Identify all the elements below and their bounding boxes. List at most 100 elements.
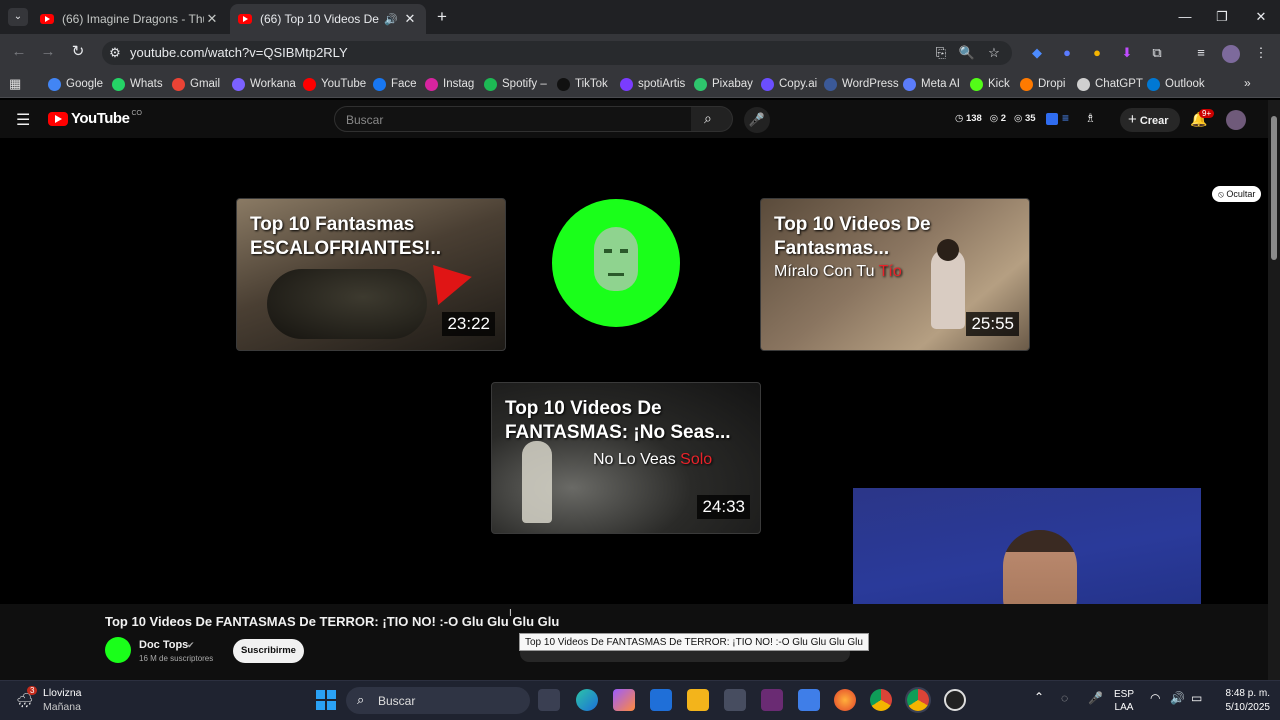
more-bookmarks-icon[interactable]: » <box>1244 76 1251 90</box>
bookmark-copyai[interactable]: Copy.ai <box>761 76 817 92</box>
bookmark-google[interactable]: Google <box>48 76 103 92</box>
wifi-icon[interactable]: ◠ <box>1150 691 1160 705</box>
install-app-icon[interactable]: ⎘ <box>932 45 950 61</box>
start-button[interactable] <box>316 690 336 710</box>
bookmark-dropi[interactable]: Dropi <box>1020 76 1065 92</box>
scrollbar-thumb[interactable] <box>1271 116 1277 260</box>
chrome-active-icon[interactable] <box>907 689 929 711</box>
create-button[interactable]: + Crear <box>1120 108 1180 132</box>
language-indicator[interactable]: ESP LAA <box>1114 688 1134 714</box>
bookmark-gmail[interactable]: Gmail <box>172 76 220 92</box>
bookmark-face[interactable]: Face <box>373 76 417 92</box>
endscreen-video-2[interactable]: Top 10 Videos De Fantasmas... Míralo Con… <box>760 198 1030 351</box>
firefox-icon[interactable] <box>834 689 856 711</box>
stats-widget[interactable]: ◷ 138 ◎ 2 ◎ 35 <box>955 113 1036 124</box>
apps-grid-icon[interactable]: ▦ <box>9 76 21 92</box>
bookmark-youtube[interactable]: YouTube <box>303 76 366 92</box>
extensions-puzzle-icon[interactable]: ⧉ <box>1148 45 1166 61</box>
profile-avatar[interactable] <box>1222 45 1240 63</box>
menu-icon[interactable]: ☰ <box>16 110 30 130</box>
tab-search-button[interactable]: ⌄ <box>8 8 28 26</box>
close-tab-icon[interactable]: ✕ <box>402 11 418 27</box>
back-button[interactable]: ← <box>7 40 31 64</box>
pixabay-icon <box>694 77 707 91</box>
bookmark-tiktok[interactable]: TikTok <box>557 76 608 92</box>
bookmark-kick[interactable]: Kick <box>970 76 1010 92</box>
subscribe-button[interactable]: Suscribirme <box>233 639 304 663</box>
task-view-icon[interactable] <box>538 689 560 711</box>
bookmark-spotify[interactable]: Spotify – <box>484 76 547 92</box>
app-dark-icon[interactable] <box>724 689 746 711</box>
close-tab-icon[interactable]: ✕ <box>204 11 220 27</box>
maximize-button[interactable]: ❐ <box>1207 6 1237 28</box>
bookmark-workana[interactable]: Workana <box>232 76 296 92</box>
account-avatar[interactable] <box>1226 110 1246 130</box>
bookmark-spotiartis[interactable]: spotiArtis <box>620 76 685 92</box>
channel-name[interactable]: Doc Tops <box>139 639 188 651</box>
extension-blue-icon[interactable]: ● <box>1058 45 1076 61</box>
microphone-icon[interactable]: 🎤 <box>1088 691 1103 705</box>
chrome-icon[interactable] <box>870 689 892 711</box>
site-info-icon[interactable]: ⚙ <box>106 45 124 61</box>
weather-badge: 3 <box>27 686 38 695</box>
bookmark-instag[interactable]: Instag <box>425 76 474 92</box>
app-purple-icon[interactable] <box>761 689 783 711</box>
youtube-logo[interactable]: YouTube CO <box>48 110 142 127</box>
show-hidden-icons[interactable]: ⌃ <box>1034 690 1044 704</box>
new-tab-button[interactable]: + <box>432 8 452 26</box>
extension-download-icon[interactable]: ⬇ <box>1118 45 1136 61</box>
bookmark-meta-ai[interactable]: Meta AI <box>903 76 960 92</box>
kick-icon <box>970 77 983 91</box>
extension-color-icon[interactable]: ● <box>1088 45 1106 61</box>
url-text[interactable]: youtube.com/watch?v=QSIBMtp2RLY <box>130 45 348 60</box>
extension-icon-b[interactable]: ≡ <box>1062 111 1069 125</box>
clock-date: 5/10/2025 <box>1225 702 1271 713</box>
battery-icon[interactable]: ▭ <box>1191 691 1202 705</box>
bookmark-wordpress[interactable]: WordPress <box>824 76 899 92</box>
weather-widget[interactable]: 🌧 3 Llovizna Mañana <box>14 686 84 716</box>
obs-icon[interactable] <box>944 689 966 711</box>
snipping-tool-icon[interactable] <box>798 689 820 711</box>
video-duration: 25:55 <box>966 312 1019 336</box>
endscreen-video-3[interactable]: Top 10 Videos De FANTASMAS: ¡No Seas... … <box>491 382 761 534</box>
taskbar-search[interactable]: ⌕ Buscar <box>346 687 530 714</box>
bookmark-pixabay[interactable]: Pixabay <box>694 76 753 92</box>
copilot-icon[interactable] <box>613 689 635 711</box>
search-input[interactable]: Buscar <box>334 106 692 132</box>
page-scrollbar[interactable] <box>1268 100 1280 680</box>
forward-button[interactable]: → <box>36 40 60 64</box>
bookmark-whats[interactable]: Whats <box>112 76 163 92</box>
reload-button[interactable]: ↻ <box>66 40 90 64</box>
tab-top-10-videos[interactable]: (66) Top 10 Videos De FANTAS 🔊 ✕ <box>230 4 426 34</box>
browser-menu-icon[interactable]: ⋮ <box>1252 45 1270 61</box>
edge-icon[interactable] <box>576 689 598 711</box>
instagram-icon <box>425 77 438 91</box>
bookmark-star-icon[interactable]: ☆ <box>985 45 1003 61</box>
volume-icon[interactable]: 🔊 <box>1170 691 1185 705</box>
reading-list-icon[interactable]: ≡ <box>1192 45 1210 61</box>
tab-imagine-dragons[interactable]: (66) Imagine Dragons - Thunde ✕ <box>32 4 228 34</box>
channel-subscribe-endscreen[interactable] <box>552 199 680 327</box>
bookmark-outlook[interactable]: Outlook <box>1147 76 1205 92</box>
voice-search-button[interactable]: 🎤 <box>744 107 770 133</box>
zoom-icon[interactable]: 🔍 <box>958 45 976 61</box>
store-icon[interactable] <box>650 689 672 711</box>
tray-icon-a[interactable]: ◌ <box>1061 691 1068 705</box>
minimize-button[interactable]: — <box>1170 6 1200 28</box>
bookmark-chatgpt[interactable]: ChatGPT <box>1077 76 1143 92</box>
stat-clock: ◷ 138 <box>955 113 982 124</box>
extension-tag-icon[interactable]: ◆ <box>1028 45 1046 61</box>
audio-playing-icon[interactable]: 🔊 <box>384 13 398 26</box>
file-explorer-icon[interactable] <box>687 689 709 711</box>
hide-endscreen-button[interactable]: ⦸ Ocultar <box>1212 186 1262 202</box>
channel-avatar[interactable] <box>105 637 131 663</box>
clock[interactable]: 8:48 p. m. 5/10/2025 <box>1214 687 1271 715</box>
taskbar-search-placeholder: Buscar <box>378 694 416 708</box>
search-button[interactable]: ⌕ <box>691 106 733 132</box>
endscreen-title: Top 10 Videos De FANTASMAS: ¡No Seas... <box>505 398 731 443</box>
extension-icon-a[interactable] <box>1046 113 1058 125</box>
google-icon <box>48 77 61 91</box>
extension-icon-c[interactable]: ♗ <box>1085 111 1096 125</box>
endscreen-video-1[interactable]: Top 10 Fantasmas ESCALOFRIANTES!.. 23:22 <box>236 198 506 351</box>
close-window-button[interactable]: ✕ <box>1246 6 1276 28</box>
